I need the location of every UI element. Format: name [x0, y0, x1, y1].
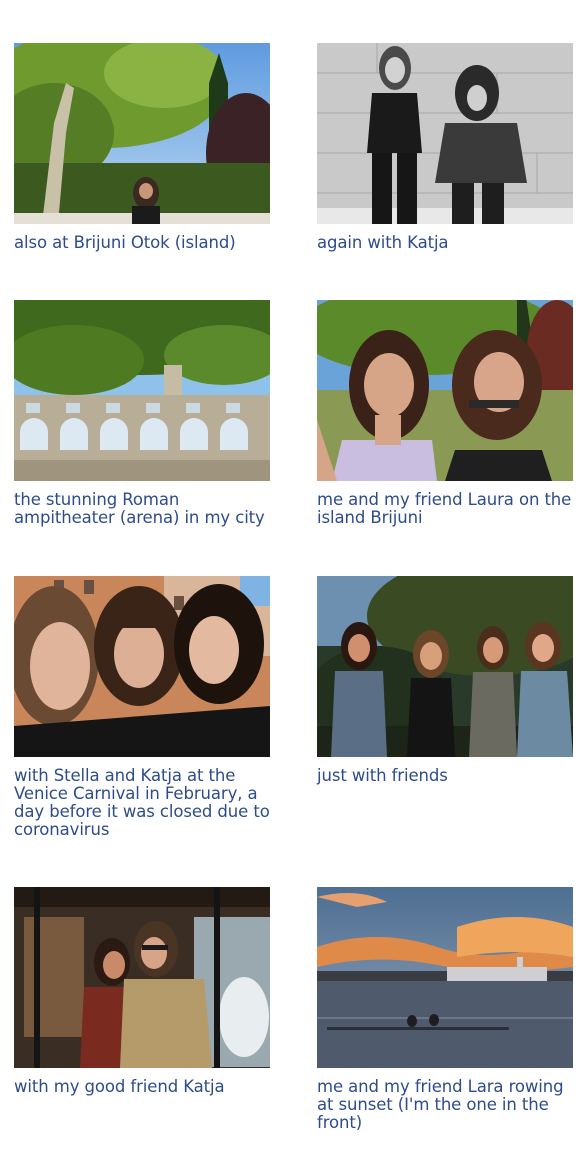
gallery-card: just with friends	[317, 576, 573, 785]
gallery-card: with my good friend Katja	[14, 887, 270, 1096]
photo-caption: me and my friend Laura on the island Bri…	[317, 490, 572, 527]
gallery-card: again with Katja	[317, 43, 573, 252]
gallery-card: also at Brijuni Otok (island)	[14, 43, 270, 252]
three-friends-venice-selfie-photo[interactable]	[14, 576, 270, 757]
two-friends-tram-photo[interactable]	[14, 887, 270, 1068]
photo-caption: also at Brijuni Otok (island)	[14, 233, 236, 252]
woman-sitting-under-tree-photo[interactable]	[14, 43, 270, 224]
roman-amphitheater-arena-photo[interactable]	[14, 300, 270, 481]
selfie-two-friends-island-photo[interactable]	[317, 300, 573, 481]
gallery-card: me and my friend Laura on the island Bri…	[317, 300, 573, 527]
black-and-white-two-friends-photo[interactable]	[317, 43, 573, 224]
rowing-at-sunset-photo[interactable]	[317, 887, 573, 1068]
photo-gallery: also at Brijuni Otok (island) again with…	[0, 0, 586, 1153]
photo-caption: just with friends	[317, 766, 448, 785]
group-of-friends-sunset-photo[interactable]	[317, 576, 573, 757]
gallery-card: with Stella and Katja at the Venice Carn…	[14, 576, 270, 839]
photo-caption: me and my friend Lara rowing at sunset (…	[317, 1077, 564, 1132]
photo-caption: with Stella and Katja at the Venice Carn…	[14, 766, 270, 839]
photo-caption: the stunning Roman ampitheater (arena) i…	[14, 490, 265, 527]
photo-caption: again with Katja	[317, 233, 449, 252]
gallery-card: the stunning Roman ampitheater (arena) i…	[14, 300, 270, 527]
gallery-card: me and my friend Lara rowing at sunset (…	[317, 887, 573, 1132]
photo-caption: with my good friend Katja	[14, 1077, 225, 1096]
